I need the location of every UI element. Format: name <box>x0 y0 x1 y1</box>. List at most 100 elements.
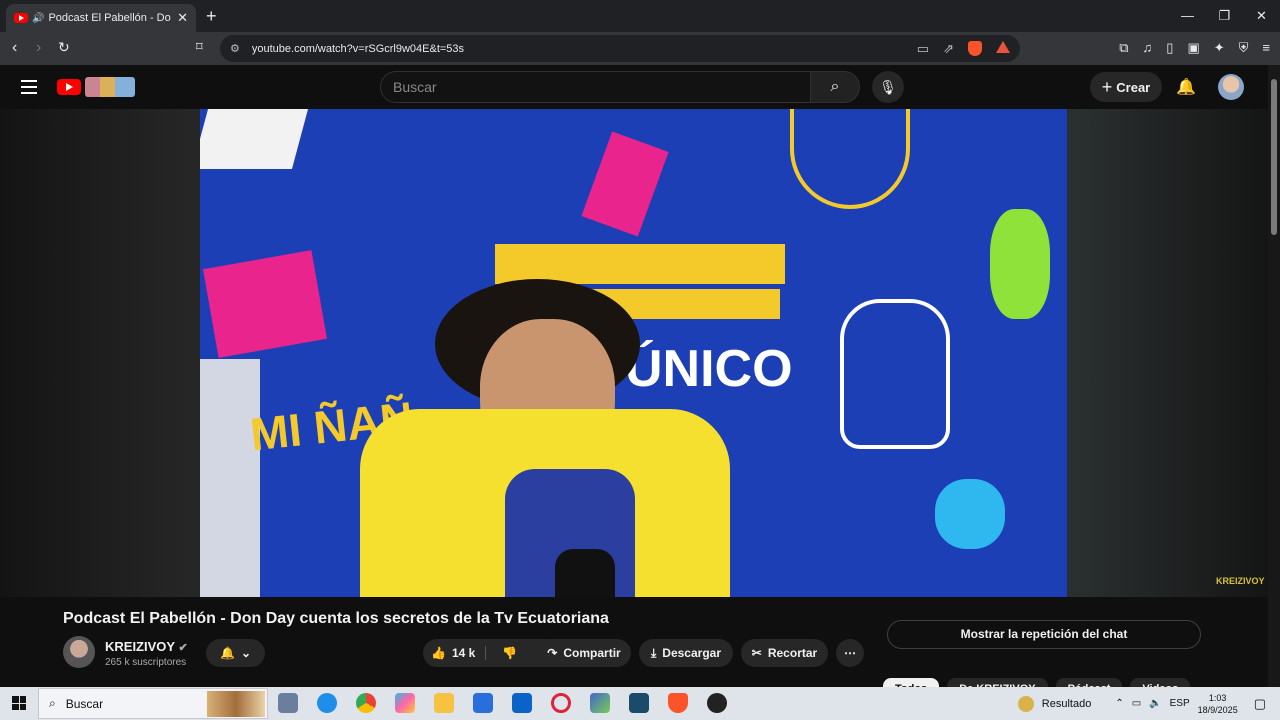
notifications-icon[interactable]: ▢ <box>1254 696 1266 712</box>
menu-icon[interactable]: ≡ <box>1262 40 1270 56</box>
voice-search-button[interactable]: 🎙 <box>872 71 904 103</box>
site-info-icon[interactable]: ⚙ <box>230 42 240 55</box>
create-label: Crear <box>1116 79 1151 95</box>
weather-icon[interactable] <box>1017 695 1034 712</box>
download-label: Descargar <box>662 646 722 660</box>
network-icon[interactable]: ▭ <box>1132 698 1141 709</box>
share-icon[interactable]: ⇗ <box>943 41 954 57</box>
search-placeholder: Buscar <box>393 79 437 95</box>
youtube-favicon-icon <box>14 13 28 23</box>
download-icon: ⤓ <box>650 645 657 660</box>
outlook-icon[interactable] <box>512 693 532 713</box>
scrollbar-thumb[interactable] <box>1271 79 1277 235</box>
media-icon[interactable]: ♫ <box>1143 40 1153 56</box>
app-icon[interactable] <box>590 693 610 713</box>
close-window-button[interactable]: ✕ <box>1243 0 1280 32</box>
brave-shields-icon[interactable] <box>968 40 982 56</box>
bell-icon: 🔔 <box>219 646 235 660</box>
graffiti-green-splash <box>990 209 1050 319</box>
browser-tab-bar: 🔊 Podcast El Pabellón - Don Day ✕ + — ❐ … <box>0 0 1280 32</box>
clock[interactable]: 1:03 18/9/2025 <box>1198 692 1238 716</box>
channel-avatar[interactable] <box>63 636 95 668</box>
window-controls: — ❐ ✕ <box>1169 0 1280 32</box>
more-icon: ⋯ <box>844 646 856 660</box>
channel-name[interactable]: KREIZIVOY ✔ <box>105 639 188 654</box>
system-tray: Resultado ⌃ ▭ 🔈 ESP 1:03 18/9/2025 ▢ <box>1017 687 1280 720</box>
clock-date: 18/9/2025 <box>1197 704 1238 715</box>
clock-time: 1:03 <box>1208 692 1227 703</box>
close-tab-icon[interactable]: ✕ <box>177 10 188 26</box>
chevron-up-icon[interactable]: ⌃ <box>1115 698 1123 709</box>
notifications-bell-icon[interactable]: 🔔 <box>1176 77 1196 97</box>
video-player[interactable]: MI ÑAÑ ÚNICO <box>200 109 1067 597</box>
taskbar-search-label: Buscar <box>65 696 104 711</box>
app-icon-2[interactable] <box>629 693 649 713</box>
maximize-button[interactable]: ❐ <box>1206 0 1243 32</box>
account-avatar[interactable] <box>1218 74 1244 100</box>
dislike-button[interactable]: 👎 <box>492 646 517 660</box>
back-button[interactable]: ‹ <box>12 39 17 57</box>
page-scrollbar[interactable] <box>1268 65 1280 687</box>
taskbar-search-box[interactable]: ⌕ Buscar <box>38 688 268 719</box>
brave-rewards-icon[interactable] <box>996 40 1010 53</box>
reload-button[interactable]: ↻ <box>58 39 70 56</box>
chrome-icon[interactable] <box>356 693 376 713</box>
youtube-doodle[interactable] <box>85 77 135 97</box>
copilot-icon[interactable] <box>395 693 415 713</box>
more-actions-button[interactable]: ⋯ <box>836 639 864 667</box>
minimize-button[interactable]: — <box>1169 0 1206 32</box>
task-view-icon[interactable] <box>278 693 298 713</box>
app-icon-3[interactable] <box>707 693 727 713</box>
new-tab-button[interactable]: + <box>206 6 217 27</box>
chat-replay-button[interactable]: Mostrar la repetición del chat <box>887 620 1201 649</box>
download-button[interactable]: ⤓ Descargar <box>639 639 733 667</box>
extensions-area: ⧉ ♫ ▯ ▣ ✦ ⛨ ≡ <box>1119 40 1270 56</box>
forward-button[interactable]: › <box>36 39 41 57</box>
notification-subscribe-button[interactable]: 🔔 ⌄ <box>206 639 265 667</box>
sidebar-icon[interactable]: ▯ <box>1166 40 1173 56</box>
address-bar[interactable]: ⚙ youtube.com/watch?v=rSGcrl9w04E&t=53s … <box>220 35 1020 62</box>
browser-toolbar: ‹ › ↻ ⌑ ⚙ youtube.com/watch?v=rSGcrl9w04… <box>0 32 1280 65</box>
opera-icon[interactable] <box>551 693 571 713</box>
like-count: 14 k <box>451 646 476 660</box>
windows-start-icon[interactable] <box>12 696 26 710</box>
thumbs-down-icon: 👎 <box>502 646 518 660</box>
create-button[interactable]: + Crear <box>1090 72 1162 102</box>
file-explorer-icon[interactable] <box>434 693 454 713</box>
cast-icon[interactable]: ▭ <box>917 41 929 57</box>
scissors-icon: ✂ <box>751 646 762 660</box>
wallet-icon[interactable]: ▣ <box>1187 40 1199 56</box>
subscriber-count: 265 k suscriptores <box>105 657 187 668</box>
youtube-logo-icon[interactable] <box>57 79 81 95</box>
store-icon[interactable] <box>473 693 493 713</box>
channel-name-text: KREIZIVOY <box>105 639 175 654</box>
weather-label[interactable]: Resultado <box>1042 698 1092 710</box>
graffiti-rock-hand <box>840 299 950 449</box>
search-icon: ⌕ <box>830 78 840 95</box>
hamburger-menu-icon[interactable] <box>21 80 37 98</box>
thumbs-up-icon: 👍 <box>431 646 446 660</box>
search-button[interactable]: ⌕ <box>810 71 860 103</box>
leo-ai-icon[interactable]: ✦ <box>1214 40 1225 56</box>
graffiti-white-stripes <box>200 359 260 597</box>
lang-indicator[interactable]: ESP <box>1170 698 1190 709</box>
taskbar-apps <box>278 693 727 713</box>
edge-icon[interactable] <box>317 693 337 713</box>
clip-button[interactable]: ✂ Recortar <box>741 639 828 667</box>
graffiti-cyan-splash <box>935 479 1005 549</box>
tab-search-icon[interactable]: ⧉ <box>1119 40 1128 56</box>
share-label: Compartir <box>563 646 621 660</box>
like-button[interactable]: 👍 14 k <box>431 646 487 660</box>
vpn-icon[interactable]: ⛨ <box>1239 40 1249 56</box>
share-button[interactable]: ↷ Compartir <box>537 639 631 667</box>
search-input[interactable]: Buscar <box>380 71 810 103</box>
windows-taskbar: ⌕ Buscar Resultado ⌃ ▭ 🔈 ESP 1:03 18/9/2… <box>0 687 1280 720</box>
brave-icon[interactable] <box>668 693 688 713</box>
browser-tab-active[interactable]: 🔊 Podcast El Pabellón - Don Day ✕ <box>6 4 196 32</box>
verified-icon: ✔ <box>178 642 188 654</box>
url-text: youtube.com/watch?v=rSGcrl9w04E&t=53s <box>251 42 465 55</box>
volume-icon[interactable]: 🔈 <box>1149 698 1161 709</box>
video-title: Podcast El Pabellón - Don Day cuenta los… <box>63 610 609 627</box>
bookmark-icon[interactable]: ⌑ <box>196 39 203 55</box>
speaker-icon[interactable]: 🔊 <box>32 13 44 24</box>
